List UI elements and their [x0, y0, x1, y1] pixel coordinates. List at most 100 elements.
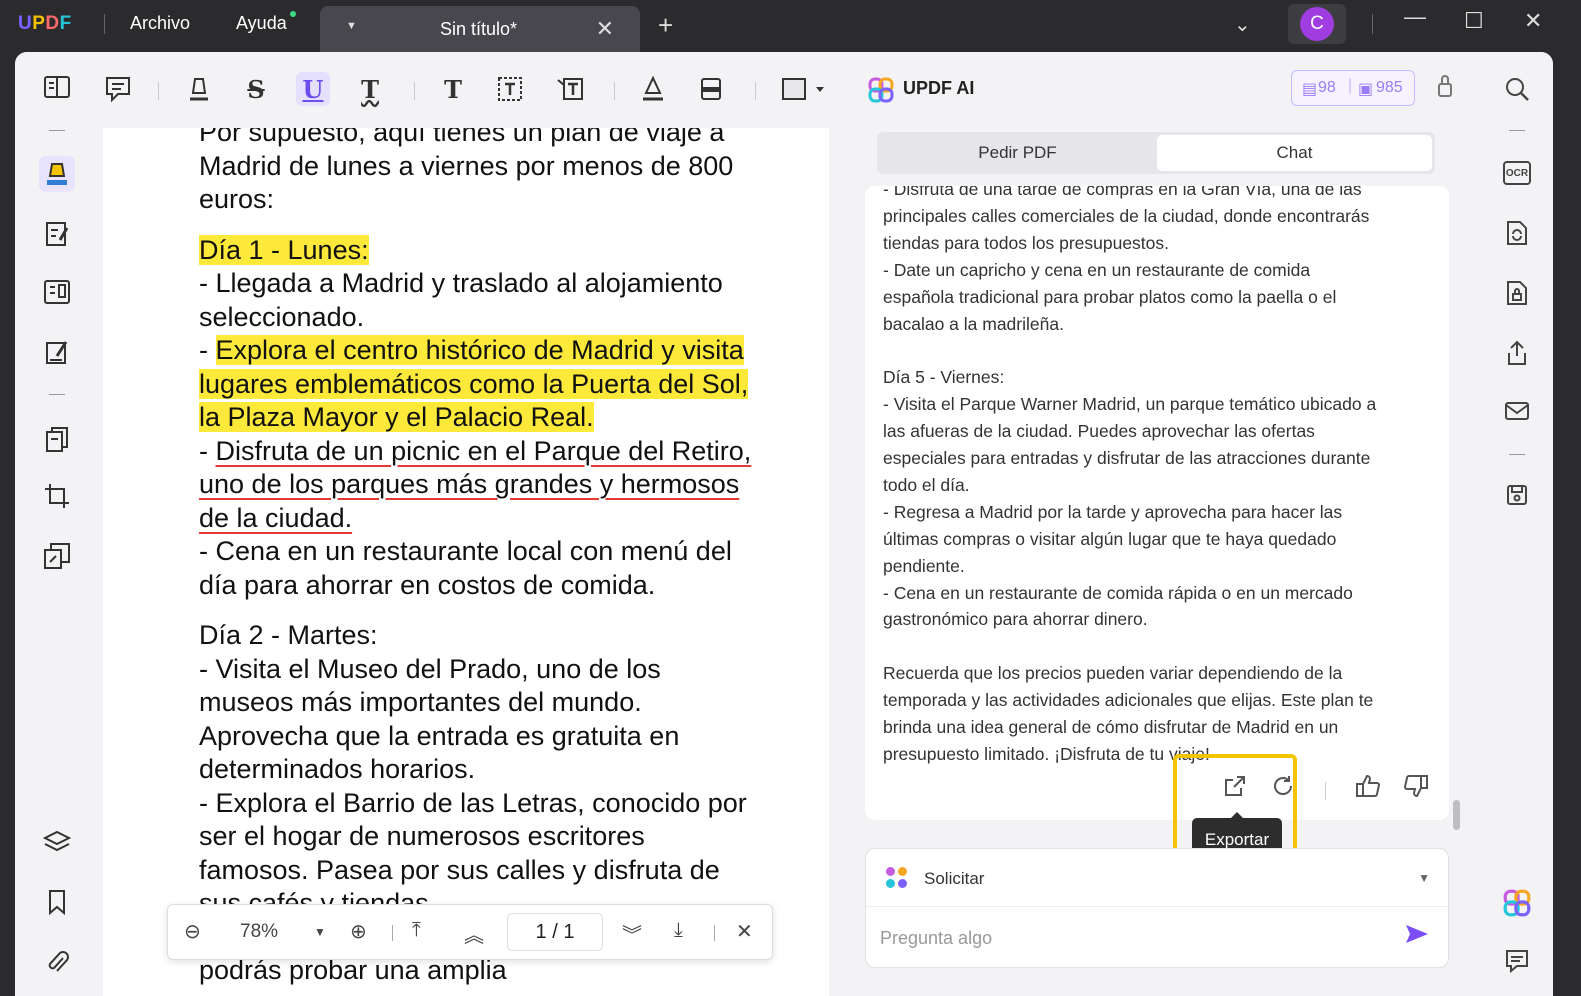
strikethrough-tool[interactable]: S: [239, 72, 273, 106]
chat-line: - Regresa a Madrid por la tarde y aprove…: [883, 501, 1343, 522]
ask-input[interactable]: [880, 921, 1390, 955]
squiggly-tool[interactable]: T: [353, 72, 387, 106]
previous-page-icon[interactable]: ︽: [464, 919, 484, 948]
chat-gap: [883, 337, 1435, 364]
last-page-icon[interactable]: ⤓: [674, 919, 683, 942]
new-tab-button[interactable]: +: [658, 12, 673, 38]
doc-paragraph: Día 1 - Lunes:: [199, 234, 759, 268]
comments-list-icon[interactable]: [1498, 942, 1536, 980]
notification-dot: [290, 11, 296, 17]
search-icon[interactable]: [1498, 70, 1536, 108]
sticky-note-tool[interactable]: [101, 72, 135, 106]
chat-gap: [883, 633, 1435, 660]
credits-badge[interactable]: ▤ 98 | ▣ 985: [1291, 70, 1415, 106]
doc-paragraph-prefix: -: [199, 335, 216, 365]
text-comment-tool[interactable]: T: [436, 72, 470, 106]
avatar: C: [1300, 7, 1334, 41]
sign-icon[interactable]: [39, 334, 75, 370]
chat-line: temporada y las actividades adicionales …: [883, 690, 1374, 711]
doc-text: Día 2 - Martes:: [199, 620, 378, 650]
zoom-out-icon[interactable]: ⊖: [184, 919, 201, 944]
zoom-dropdown-icon[interactable]: ▼: [314, 925, 326, 939]
first-page-icon[interactable]: ⤒: [412, 919, 421, 942]
divider: [49, 394, 65, 395]
chevron-down-icon[interactable]: ▼: [1418, 871, 1430, 885]
next-page-icon[interactable]: ︾: [622, 919, 642, 948]
chevron-down-icon[interactable]: ⌄: [1234, 12, 1251, 37]
divider: [714, 925, 715, 941]
doc-text: Por supuesto, aquí tienes un plan de via…: [199, 128, 734, 214]
form-icon[interactable]: [39, 274, 75, 310]
divider: [614, 82, 615, 100]
close-tab-icon[interactable]: ✕: [596, 16, 614, 42]
tab-chat[interactable]: Chat: [1157, 135, 1432, 171]
divider: [1325, 782, 1326, 800]
layers-icon[interactable]: [39, 824, 75, 860]
doc-paragraph: - Explora el centro histórico de Madrid …: [199, 334, 759, 435]
tab-pedir-pdf[interactable]: Pedir PDF: [880, 135, 1155, 171]
close-window-button[interactable]: ✕: [1524, 8, 1542, 34]
divider: [49, 130, 65, 131]
protect-pdf-icon[interactable]: [1498, 274, 1536, 312]
zoom-level[interactable]: 78%: [240, 921, 278, 943]
divider: [104, 14, 105, 34]
organize-pages-icon[interactable]: [39, 422, 75, 458]
chat-line: principales calles comerciales de la ciu…: [883, 205, 1370, 226]
close-zoombar-icon[interactable]: ✕: [736, 919, 753, 944]
chat-line: tiendas para todos los presupuestos.: [883, 232, 1170, 253]
chat-scrollbar[interactable]: [1453, 800, 1460, 830]
zoom-in-icon[interactable]: ⊕: [350, 919, 367, 944]
pin-icon[interactable]: [1435, 74, 1455, 106]
divider: [414, 82, 415, 100]
updf-ai-logo-icon: [867, 76, 895, 110]
comment-mode-icon[interactable]: [39, 156, 75, 192]
doc-paragraph: - Cena en un restaurante local con menú …: [199, 535, 759, 602]
bookmark-icon[interactable]: [39, 884, 75, 920]
highlighter-tool[interactable]: [182, 72, 216, 106]
text-box-tool[interactable]: [493, 72, 527, 106]
convert-pdf-icon[interactable]: [1498, 214, 1536, 252]
ai-panel-title: UPDF AI: [903, 78, 975, 98]
tab-dropdown-icon[interactable]: ▼: [346, 20, 357, 32]
doc-paragraph: Día 2 - Martes:: [199, 619, 759, 653]
menu-archivo[interactable]: Archivo: [130, 13, 190, 34]
edit-pdf-icon[interactable]: [39, 216, 75, 252]
page-indicator[interactable]: 1 / 1: [507, 913, 603, 951]
save-icon[interactable]: [1498, 476, 1536, 514]
attachment-icon[interactable]: [39, 944, 75, 980]
prompt-selector[interactable]: Solicitar ▼: [866, 849, 1448, 907]
chat-line: - Visita el Parque Warner Madrid, un par…: [883, 394, 1377, 415]
underline-tool[interactable]: U: [296, 72, 330, 106]
ocr-icon[interactable]: OCR: [1503, 161, 1531, 185]
menu-ayuda[interactable]: Ayuda: [236, 13, 287, 34]
document-tab[interactable]: ▼ Sin título* ✕: [320, 6, 640, 52]
thumbs-up-icon[interactable]: [1355, 774, 1381, 804]
convert-icon[interactable]: [39, 538, 75, 574]
maximize-button[interactable]: ☐: [1464, 8, 1484, 34]
shape-tool[interactable]: [777, 72, 833, 106]
email-icon[interactable]: [1498, 392, 1536, 430]
eraser-tool[interactable]: [694, 72, 728, 106]
doc-paragraph: - Disfruta de un picnic en el Parque del…: [199, 435, 759, 536]
reader-mode-icon[interactable]: [39, 70, 75, 106]
account-button[interactable]: C: [1288, 4, 1346, 44]
share-icon[interactable]: [1498, 334, 1536, 372]
chat-line: española tradicional para probar platos …: [883, 286, 1337, 307]
thumbs-down-icon[interactable]: [1403, 774, 1429, 804]
ai-tabs: Pedir PDF Chat: [877, 132, 1435, 174]
doc-paragraph: - Visita el Museo del Prado, uno de los …: [199, 653, 759, 787]
chat-line: todo el día.: [883, 474, 970, 495]
divider: [755, 82, 756, 100]
text-callout-tool[interactable]: [553, 72, 587, 106]
pdf-page[interactable]: Por supuesto, aquí tienes un plan de via…: [103, 128, 829, 996]
updf-ai-icon[interactable]: [1498, 884, 1536, 922]
crop-icon[interactable]: [39, 478, 75, 514]
divider: [392, 925, 393, 941]
send-icon[interactable]: [1404, 923, 1430, 952]
divider: [158, 82, 159, 100]
minimize-button[interactable]: —: [1404, 4, 1426, 30]
pencil-tool[interactable]: [636, 72, 670, 106]
prompt-icon: [886, 867, 908, 889]
chat-line: últimas compras o visitar algún lugar qu…: [883, 528, 1337, 549]
